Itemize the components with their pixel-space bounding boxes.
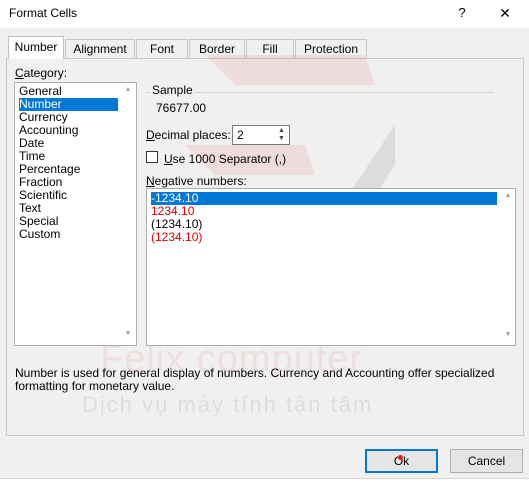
chevron-up-icon[interactable]: ▲ [502, 192, 514, 202]
thousands-separator-checkbox[interactable] [146, 151, 158, 163]
sample-value: 76677.00 [156, 101, 207, 115]
spin-down-icon[interactable]: ▼ [275, 135, 288, 143]
title-bar [0, 0, 529, 28]
close-icon[interactable]: ✕ [493, 3, 517, 23]
decimal-places-label: Decimal places: [146, 128, 231, 142]
category-label: Category: [15, 66, 68, 80]
category-item-custom[interactable]: Custom [19, 228, 60, 241]
tab-alignment[interactable]: Alignment [65, 39, 135, 58]
dialog-title: Format Cells [9, 6, 78, 20]
negative-option[interactable]: (1234.10) [151, 231, 202, 244]
negative-numbers-label: Negative numbers: [146, 174, 247, 188]
cancel-button[interactable]: Cancel [450, 449, 523, 473]
help-button[interactable]: ? [452, 3, 472, 23]
negative-numbers-listbox[interactable]: -1234.10 1234.10 (1234.10) (1234.10) [146, 188, 516, 346]
negative-option[interactable]: -1234.10 [151, 192, 497, 205]
chevron-down-icon[interactable]: ▼ [122, 330, 134, 340]
cursor-marker [398, 455, 403, 460]
ok-button[interactable]: Ok [365, 449, 438, 473]
thousands-separator-label[interactable]: Use 1000 Separator (,) [164, 152, 286, 166]
sample-group-border [146, 92, 150, 93]
tab-number[interactable]: Number [8, 36, 64, 59]
watermark-subtitle: Dịch vụ máy tính tận tâm [82, 392, 374, 417]
sample-group-border [194, 92, 494, 93]
chevron-down-icon[interactable]: ▼ [502, 331, 514, 341]
chevron-up-icon[interactable]: ▲ [122, 86, 134, 96]
spin-up-icon[interactable]: ▲ [275, 127, 288, 135]
sample-legend: Sample [152, 83, 193, 97]
category-listbox[interactable]: General Number Currency Accounting Date … [14, 82, 137, 346]
format-description: Number is used for general display of nu… [15, 366, 495, 393]
